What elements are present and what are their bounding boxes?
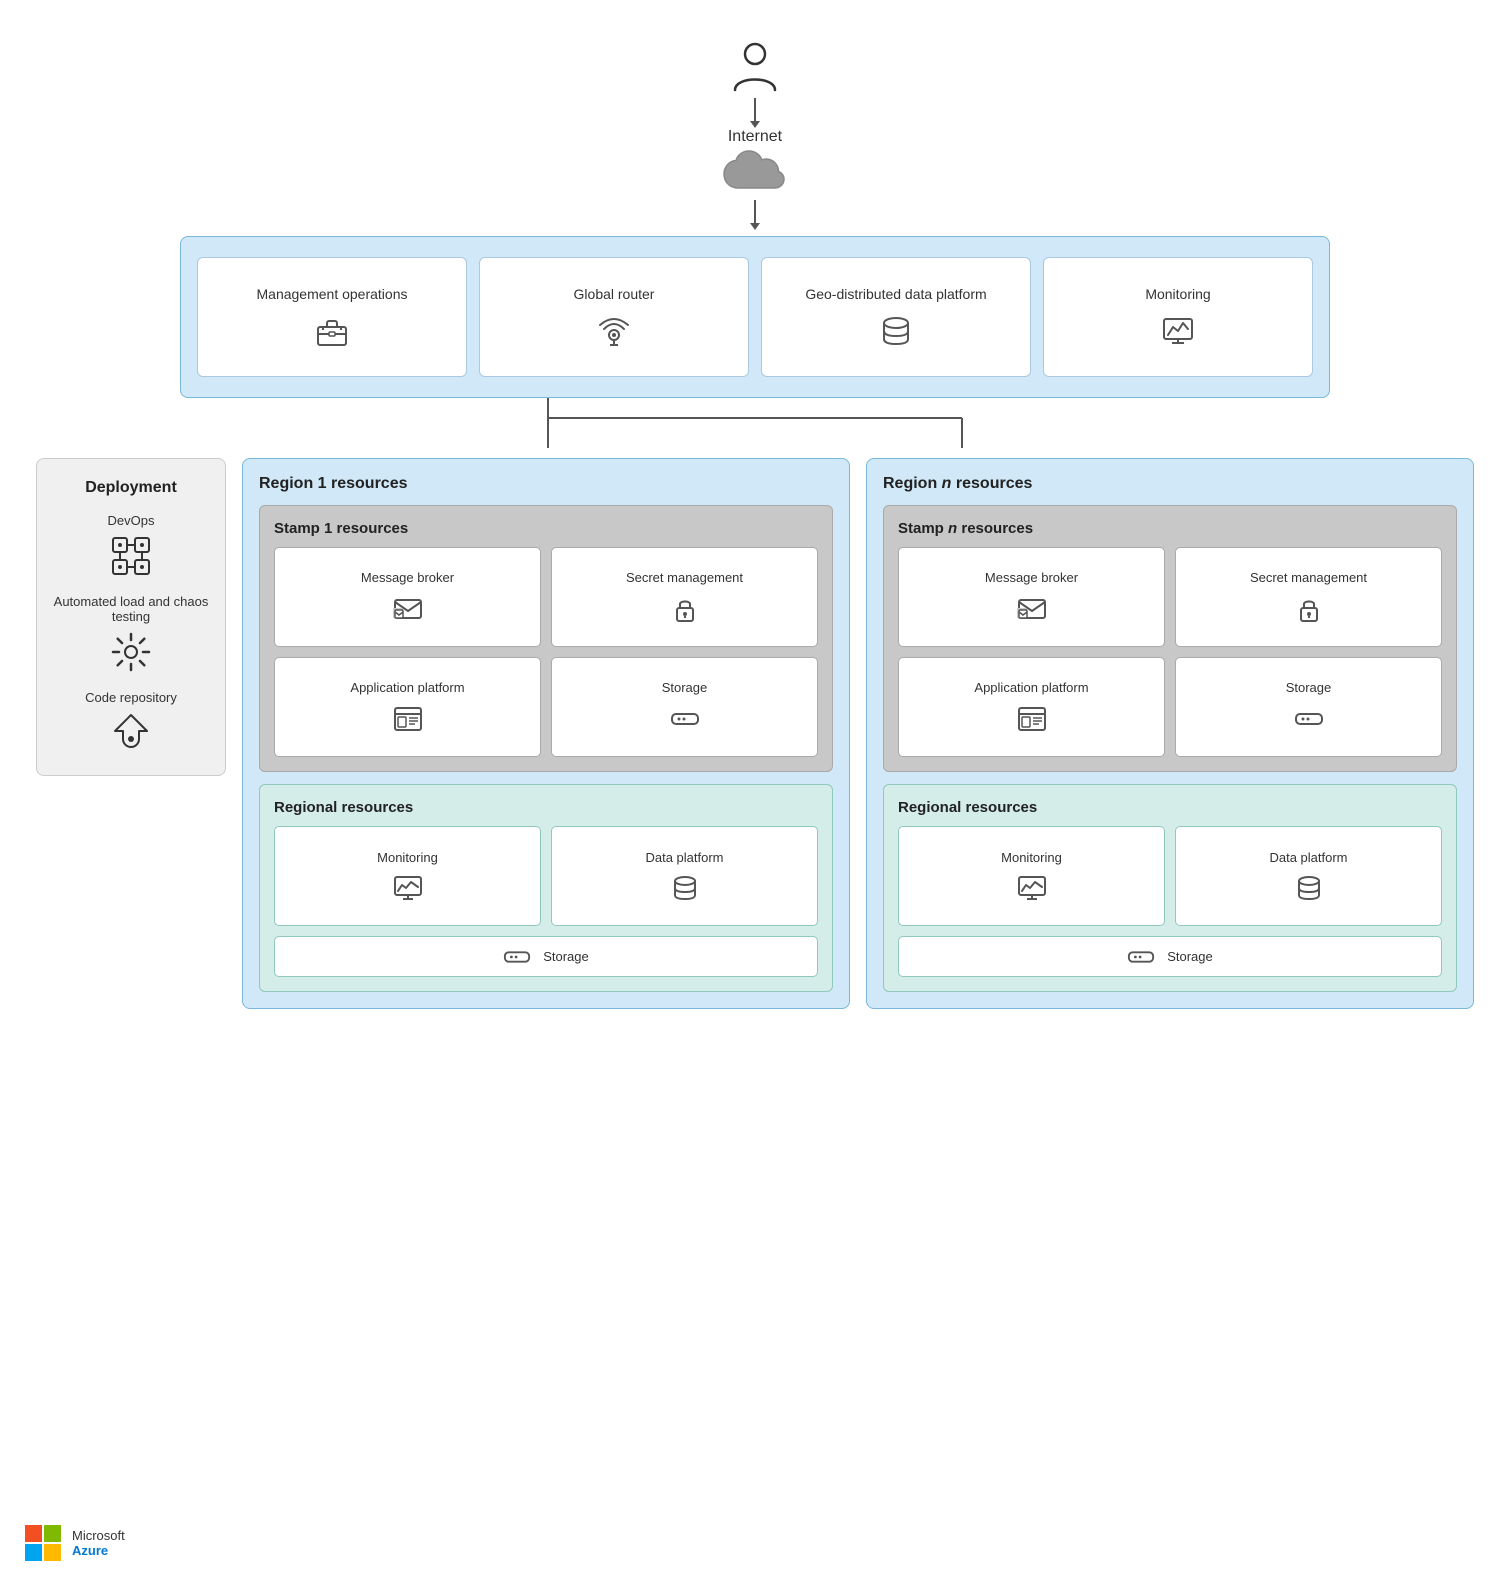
arrow-person-to-internet bbox=[754, 98, 756, 122]
stamp1-title: Stamp 1 resources bbox=[274, 520, 818, 537]
management-operations-title: Management operations bbox=[257, 285, 408, 303]
app-platform-icon-n bbox=[1017, 704, 1047, 734]
azure-footer: Microsoft Azure bbox=[24, 1524, 125, 1562]
stampN-box: Stamp n resources Message broker bbox=[883, 505, 1457, 772]
global-router-title: Global router bbox=[574, 285, 655, 303]
msg-broker-1-card: Message broker bbox=[274, 547, 541, 647]
storage-rn-label: Storage bbox=[1167, 949, 1213, 964]
geo-data-title: Geo-distributed data platform bbox=[805, 285, 986, 303]
arrows-global-to-regions bbox=[180, 398, 1330, 458]
stamp1-grid: Message broker Secret managemen bbox=[274, 547, 818, 757]
data-platform-r1-card: Data platform bbox=[551, 826, 818, 926]
stamp1-box: Stamp 1 resources Message broker bbox=[259, 505, 833, 772]
app-platform-1-title: Application platform bbox=[350, 680, 464, 697]
load-testing-label: Automated load and chaos testing bbox=[53, 594, 209, 624]
monitoring-global-card: Monitoring bbox=[1043, 257, 1313, 377]
envelope-icon-1 bbox=[393, 594, 423, 624]
devops-item: DevOps bbox=[108, 513, 155, 578]
global-bar: Management operations Global router bbox=[180, 236, 1330, 398]
connector-arrows bbox=[180, 398, 1330, 458]
monitoring-icon-r1 bbox=[393, 873, 423, 903]
regional1-title: Regional resources bbox=[274, 799, 818, 816]
storage-rn-row: Storage bbox=[898, 936, 1442, 977]
monitoring-r1-card: Monitoring bbox=[274, 826, 541, 926]
app-platform-n-title: Application platform bbox=[974, 680, 1088, 697]
region1-box: Region 1 resources Stamp 1 resources Mes… bbox=[242, 458, 850, 1009]
storage-1-title: Storage bbox=[662, 680, 708, 697]
envelope-icon-n bbox=[1017, 594, 1047, 624]
monitoring-r1-title: Monitoring bbox=[377, 850, 438, 865]
regionN-title: Region n resources bbox=[883, 475, 1457, 493]
database-icon bbox=[878, 313, 914, 349]
main-content: Deployment DevOps bbox=[20, 458, 1490, 1009]
database-icon-rn bbox=[1294, 873, 1324, 903]
diagram-container: Internet Management operations Global ro… bbox=[0, 0, 1510, 1592]
storage-icon-n bbox=[1294, 704, 1324, 734]
storage-icon-rn bbox=[1127, 950, 1155, 964]
monitoring-global-title: Monitoring bbox=[1145, 285, 1210, 303]
app-platform-n-card: Application platform bbox=[898, 657, 1165, 757]
region1-title: Region 1 resources bbox=[259, 475, 833, 493]
devops-icon bbox=[109, 534, 153, 578]
monitoring-rn-card: Monitoring bbox=[898, 826, 1165, 926]
devops-label: DevOps bbox=[108, 513, 155, 528]
data-platform-rn-title: Data platform bbox=[1269, 850, 1347, 865]
storage-icon-r1 bbox=[503, 950, 531, 964]
regionalN-grid: Monitoring Data platform bbox=[898, 826, 1442, 926]
microsoft-label: Microsoft bbox=[72, 1528, 125, 1543]
regionN-box: Region n resources Stamp n resources Mes… bbox=[866, 458, 1474, 1009]
git-icon bbox=[109, 711, 153, 755]
data-platform-r1-title: Data platform bbox=[645, 850, 723, 865]
regions-container: Region 1 resources Stamp 1 resources Mes… bbox=[242, 458, 1474, 1009]
monitoring-icon bbox=[1160, 313, 1196, 349]
regionalN-title: Regional resources bbox=[898, 799, 1442, 816]
toolbox-icon bbox=[314, 313, 350, 349]
storage-1-card: Storage bbox=[551, 657, 818, 757]
app-platform-icon-1 bbox=[393, 704, 423, 734]
deployment-title: Deployment bbox=[85, 479, 177, 497]
app-platform-1-card: Application platform bbox=[274, 657, 541, 757]
storage-n-title: Storage bbox=[1286, 680, 1332, 697]
secret-mgmt-1-card: Secret management bbox=[551, 547, 818, 647]
stampN-title: Stamp n resources bbox=[898, 520, 1442, 537]
msg-broker-n-card: Message broker bbox=[898, 547, 1165, 647]
monitoring-rn-title: Monitoring bbox=[1001, 850, 1062, 865]
storage-icon-1 bbox=[670, 704, 700, 734]
lock-icon-1 bbox=[670, 594, 700, 624]
code-repo-item: Code repository bbox=[85, 690, 177, 755]
deployment-sidebar: Deployment DevOps bbox=[36, 458, 226, 776]
regional1-box: Regional resources Monitoring bbox=[259, 784, 833, 992]
database-icon-r1 bbox=[670, 873, 700, 903]
msg-broker-n-title: Message broker bbox=[985, 570, 1078, 587]
secret-mgmt-1-title: Secret management bbox=[626, 570, 743, 587]
router-icon bbox=[596, 313, 632, 349]
management-operations-card: Management operations bbox=[197, 257, 467, 377]
data-platform-rn-card: Data platform bbox=[1175, 826, 1442, 926]
azure-text: Microsoft Azure bbox=[72, 1528, 125, 1558]
secret-mgmt-n-card: Secret management bbox=[1175, 547, 1442, 647]
global-router-card: Global router bbox=[479, 257, 749, 377]
internet-section: Internet bbox=[20, 20, 1490, 226]
monitoring-icon-rn bbox=[1017, 873, 1047, 903]
lock-icon-n bbox=[1294, 594, 1324, 624]
geo-data-card: Geo-distributed data platform bbox=[761, 257, 1031, 377]
person-icon bbox=[731, 40, 779, 96]
msg-broker-1-title: Message broker bbox=[361, 570, 454, 587]
azure-label: Azure bbox=[72, 1543, 125, 1558]
storage-r1-row: Storage bbox=[274, 936, 818, 977]
regional1-grid: Monitoring Data platform bbox=[274, 826, 818, 926]
arrow-cloud-to-global bbox=[754, 200, 756, 224]
internet-label: Internet bbox=[728, 128, 782, 146]
secret-mgmt-n-title: Secret management bbox=[1250, 570, 1367, 587]
settings-icon bbox=[109, 630, 153, 674]
load-testing-item: Automated load and chaos testing bbox=[53, 594, 209, 674]
storage-n-card: Storage bbox=[1175, 657, 1442, 757]
stampN-grid: Message broker Secret managemen bbox=[898, 547, 1442, 757]
azure-logo bbox=[24, 1524, 62, 1562]
storage-r1-label: Storage bbox=[543, 949, 589, 964]
regionalN-box: Regional resources Monitoring bbox=[883, 784, 1457, 992]
cloud-icon bbox=[720, 150, 790, 198]
code-repo-label: Code repository bbox=[85, 690, 177, 705]
